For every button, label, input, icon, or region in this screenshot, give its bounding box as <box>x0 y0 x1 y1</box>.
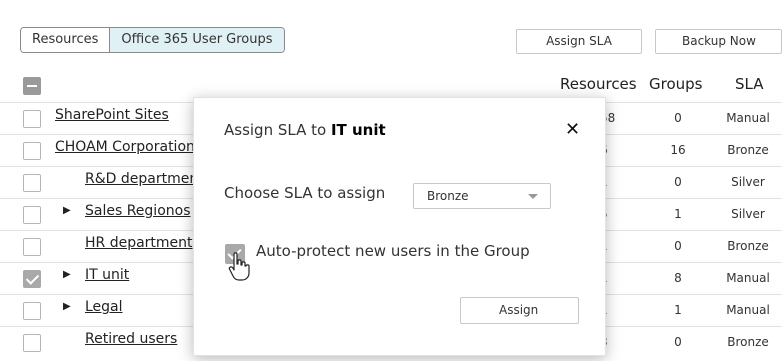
group-name-link[interactable]: SharePoint Sites <box>55 107 169 123</box>
sla-value: Silver <box>731 175 765 189</box>
backup-now-button[interactable]: Backup Now <box>655 29 782 54</box>
sla-value: Bronze <box>727 239 769 253</box>
groups-count: 8 <box>674 271 682 285</box>
expand-arrow-icon[interactable]: ▶ <box>63 205 71 216</box>
auto-protect-label: Auto-protect new users in the Group <box>256 242 530 260</box>
column-header-resources[interactable]: Resources <box>560 75 637 93</box>
groups-count: 16 <box>670 143 686 157</box>
group-name-link[interactable]: Legal <box>85 299 123 315</box>
sla-value: Manual <box>726 111 770 125</box>
dialog-title-target: IT unit <box>330 121 386 139</box>
row-checkbox[interactable] <box>23 334 41 352</box>
chevron-down-icon <box>528 194 538 199</box>
group-name-link[interactable]: CHOAM Corporation <box>55 139 195 155</box>
row-checkbox[interactable] <box>23 302 41 320</box>
row-checkbox[interactable] <box>23 110 41 128</box>
assign-sla-dialog: Assign SLA to IT unit ✕ Choose SLA to as… <box>193 97 606 356</box>
groups-count: 0 <box>674 111 682 125</box>
expand-arrow-icon[interactable]: ▶ <box>63 301 71 312</box>
group-name-link[interactable]: R&D department <box>85 171 204 187</box>
group-name-link[interactable]: IT unit <box>85 267 129 283</box>
select-all-checkbox[interactable] <box>23 77 41 95</box>
row-checkbox[interactable] <box>23 142 41 160</box>
dialog-title: Assign SLA to IT unit <box>224 121 386 139</box>
sla-select-value: Bronze <box>427 189 469 203</box>
groups-count: 0 <box>674 335 682 349</box>
group-name-link[interactable]: Retired users <box>85 331 177 347</box>
groups-count: 0 <box>674 239 682 253</box>
groups-count: 1 <box>674 303 682 317</box>
sla-select[interactable]: Bronze <box>413 183 551 209</box>
assign-button[interactable]: Assign <box>460 297 579 324</box>
column-header-groups[interactable]: Groups <box>649 75 702 93</box>
sla-value: Bronze <box>727 143 769 157</box>
group-name-link[interactable]: Sales Regionos <box>85 203 191 219</box>
close-icon[interactable]: ✕ <box>565 120 580 140</box>
hand-pointer-icon <box>228 252 250 281</box>
view-tabs: Resources Office 365 User Groups <box>20 27 285 53</box>
group-name-link[interactable]: HR department <box>85 235 193 251</box>
expand-arrow-icon[interactable]: ▶ <box>63 269 71 280</box>
row-checkbox[interactable] <box>23 270 41 288</box>
tab-resources[interactable]: Resources <box>21 28 110 52</box>
row-checkbox[interactable] <box>23 174 41 192</box>
sla-value: Manual <box>726 271 770 285</box>
sla-value: Bronze <box>727 335 769 349</box>
tab-office365-user-groups[interactable]: Office 365 User Groups <box>109 28 284 52</box>
groups-count: 0 <box>674 175 682 189</box>
sla-value: Manual <box>726 303 770 317</box>
groups-count: 1 <box>674 207 682 221</box>
choose-sla-label: Choose SLA to assign <box>224 184 386 202</box>
dialog-title-prefix: Assign SLA to <box>224 121 331 139</box>
row-checkbox[interactable] <box>23 238 41 256</box>
sla-value: Silver <box>731 207 765 221</box>
column-header-sla[interactable]: SLA <box>735 75 763 93</box>
row-checkbox[interactable] <box>23 206 41 224</box>
assign-sla-button[interactable]: Assign SLA <box>516 29 642 54</box>
